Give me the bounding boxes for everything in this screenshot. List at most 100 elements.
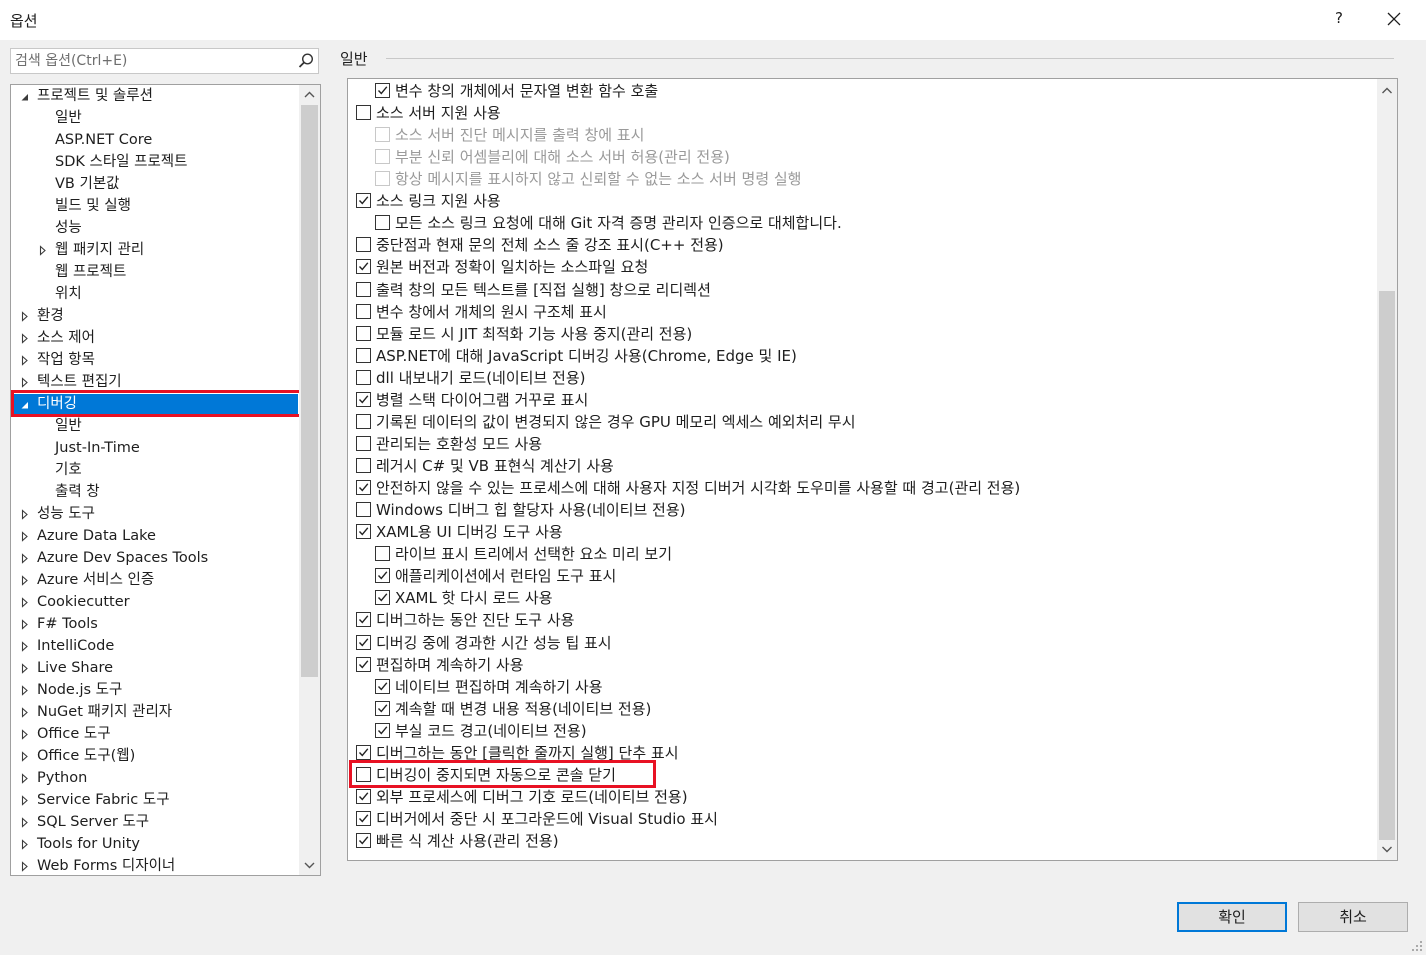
tree-scrollbar[interactable] — [299, 85, 320, 875]
option-label[interactable]: 병렬 스택 다이어그램 거꾸로 표시 — [376, 390, 588, 410]
option-label[interactable]: 모든 소스 링크 요청에 대해 Git 자격 증명 관리자 인증으로 대체합니다… — [395, 213, 842, 233]
expanded-arrow-icon[interactable] — [19, 86, 31, 107]
option-label[interactable]: 애플리케이션에서 런타임 도구 표시 — [395, 566, 616, 586]
tree-item[interactable]: Live Share — [12, 658, 298, 679]
tree-item[interactable]: Cookiecutter — [12, 592, 298, 613]
collapsed-arrow-icon[interactable] — [19, 702, 31, 723]
collapsed-arrow-icon[interactable] — [19, 548, 31, 569]
tree-item[interactable]: Node.js 도구 — [12, 680, 298, 701]
option-checkbox[interactable] — [356, 347, 371, 363]
option-checkbox[interactable] — [356, 391, 371, 407]
tree-item[interactable]: 빌드 및 실행 — [12, 196, 298, 217]
option-checkbox[interactable] — [356, 656, 371, 672]
option-checkbox[interactable] — [356, 634, 371, 650]
option-label[interactable]: 부실 코드 경고(네이티브 전용) — [395, 721, 587, 741]
collapsed-arrow-icon[interactable] — [19, 658, 31, 679]
tree-item[interactable]: 텍스트 편집기 — [12, 372, 298, 393]
collapsed-arrow-icon[interactable] — [19, 350, 31, 371]
collapsed-arrow-icon[interactable] — [19, 306, 31, 327]
option-checkbox[interactable] — [375, 722, 390, 738]
collapsed-arrow-icon[interactable] — [19, 724, 31, 745]
tree-item[interactable]: SQL Server 도구 — [12, 812, 298, 833]
collapsed-arrow-icon[interactable] — [19, 746, 31, 767]
option-label[interactable]: 빠른 식 계산 사용(관리 전용) — [376, 831, 559, 851]
tree-item[interactable]: IntelliCode — [12, 636, 298, 657]
tree-scrollbar-thumb[interactable] — [301, 105, 318, 677]
option-checkbox[interactable] — [356, 413, 371, 429]
option-label[interactable]: 계속할 때 변경 내용 적용(네이티브 전용) — [395, 699, 651, 719]
tree-item[interactable]: Service Fabric 도구 — [12, 790, 298, 811]
tree-item[interactable]: SDK 스타일 프로젝트 — [12, 152, 298, 173]
option-label[interactable]: 변수 창의 개체에서 문자열 변환 함수 호출 — [395, 81, 658, 101]
option-label[interactable]: 기록된 데이터의 값이 변경되지 않은 경우 GPU 메모리 엑세스 예외처리 … — [376, 412, 856, 432]
tree-item[interactable]: 환경 — [12, 306, 298, 327]
tree-item[interactable]: F# Tools — [12, 614, 298, 635]
ok-button[interactable]: 확인 — [1177, 902, 1287, 932]
tree-item[interactable]: Office 도구 — [12, 724, 298, 745]
collapsed-arrow-icon[interactable] — [19, 504, 31, 525]
option-checkbox[interactable] — [356, 237, 371, 253]
tree-item[interactable]: 프로젝트 및 솔루션 — [12, 86, 298, 107]
option-label[interactable]: 디버그하는 동안 진단 도구 사용 — [376, 610, 574, 630]
tree-item[interactable]: Azure Data Lake — [12, 526, 298, 547]
option-checkbox[interactable] — [356, 612, 371, 628]
option-label[interactable]: 부분 신뢰 어셈블리에 대해 소스 서버 허용(관리 전용) — [395, 147, 730, 167]
search-input[interactable] — [15, 51, 285, 71]
option-label[interactable]: 소스 서버 지원 사용 — [376, 103, 501, 123]
search-icon[interactable] — [296, 51, 316, 71]
option-checkbox[interactable] — [356, 744, 371, 760]
option-label[interactable]: 디버그하는 동안 [클릭한 줄까지 실행] 단추 표시 — [376, 743, 679, 763]
option-checkbox[interactable] — [356, 259, 371, 275]
option-checkbox[interactable] — [356, 281, 371, 297]
option-label[interactable]: 레거시 C# 및 VB 표현식 계산기 사용 — [376, 456, 614, 476]
option-label[interactable]: 원본 버전과 정확이 일치하는 소스파일 요청 — [376, 257, 648, 277]
collapsed-arrow-icon[interactable] — [19, 570, 31, 591]
tree-item[interactable]: 웹 패키지 관리 — [12, 240, 298, 261]
tree-item[interactable]: 위치 — [12, 284, 298, 305]
tree-item[interactable]: 작업 항목 — [12, 350, 298, 371]
option-label[interactable]: 디버거에서 중단 시 포그라운드에 Visual Studio 표시 — [376, 809, 718, 829]
scroll-up-icon[interactable] — [1377, 81, 1397, 101]
option-label[interactable]: Windows 디버그 힙 할당자 사용(네이티브 전용) — [376, 500, 686, 520]
collapsed-arrow-icon[interactable] — [19, 526, 31, 547]
collapsed-arrow-icon[interactable] — [19, 372, 31, 393]
option-checkbox[interactable] — [356, 766, 371, 782]
collapsed-arrow-icon[interactable] — [19, 768, 31, 789]
tree-item[interactable]: Just-In-Time — [12, 438, 298, 459]
tree-item[interactable]: 성능 도구 — [12, 504, 298, 525]
collapsed-arrow-icon[interactable] — [19, 680, 31, 701]
option-checkbox[interactable] — [375, 700, 390, 716]
options-scrollbar-thumb[interactable] — [1379, 291, 1395, 840]
option-label[interactable]: 중단점과 현재 문의 전체 소스 줄 강조 표시(C++ 전용) — [376, 235, 724, 255]
tree-item[interactable]: 기호 — [12, 460, 298, 481]
tree-item[interactable]: 일반 — [12, 108, 298, 129]
option-label[interactable]: 모듈 로드 시 JIT 최적화 기능 사용 중지(관리 전용) — [376, 324, 692, 344]
collapsed-arrow-icon[interactable] — [19, 812, 31, 833]
option-label[interactable]: 소스 링크 지원 사용 — [376, 191, 501, 211]
option-checkbox[interactable] — [375, 83, 390, 98]
collapsed-arrow-icon[interactable] — [19, 614, 31, 635]
option-checkbox[interactable] — [356, 435, 371, 451]
tree-item[interactable]: Python — [12, 768, 298, 789]
tree-item[interactable]: 소스 제어 — [12, 328, 298, 349]
option-label[interactable]: 디버깅 중에 경과한 시간 성능 팁 표시 — [376, 633, 612, 653]
help-button[interactable]: ? — [1329, 9, 1349, 27]
collapsed-arrow-icon[interactable] — [19, 856, 31, 875]
tree-item[interactable]: Azure 서비스 인증 — [12, 570, 298, 591]
option-checkbox[interactable] — [375, 568, 390, 584]
options-scrollbar[interactable] — [1377, 79, 1397, 860]
option-label[interactable]: 외부 프로세스에 디버그 기호 로드(네이티브 전용) — [376, 787, 688, 807]
option-checkbox[interactable] — [356, 325, 371, 341]
tree-item[interactable]: Web Forms 디자이너 — [12, 856, 298, 875]
option-label[interactable]: 디버깅이 중지되면 자동으로 콘솔 닫기 — [376, 765, 616, 785]
tree-item[interactable]: Tools for Unity — [12, 834, 298, 855]
tree-item[interactable]: ASP.NET Core — [12, 130, 298, 151]
option-checkbox[interactable] — [356, 502, 371, 518]
expanded-arrow-icon[interactable] — [19, 394, 31, 415]
collapsed-arrow-icon[interactable] — [19, 328, 31, 349]
tree-item[interactable]: Azure Dev Spaces Tools — [12, 548, 298, 569]
tree-item[interactable]: 웹 프로젝트 — [12, 262, 298, 283]
option-checkbox[interactable] — [356, 833, 371, 849]
option-label[interactable]: 라이브 표시 트리에서 선택한 요소 미리 보기 — [395, 544, 672, 564]
tree-item[interactable]: 일반 — [12, 416, 298, 437]
